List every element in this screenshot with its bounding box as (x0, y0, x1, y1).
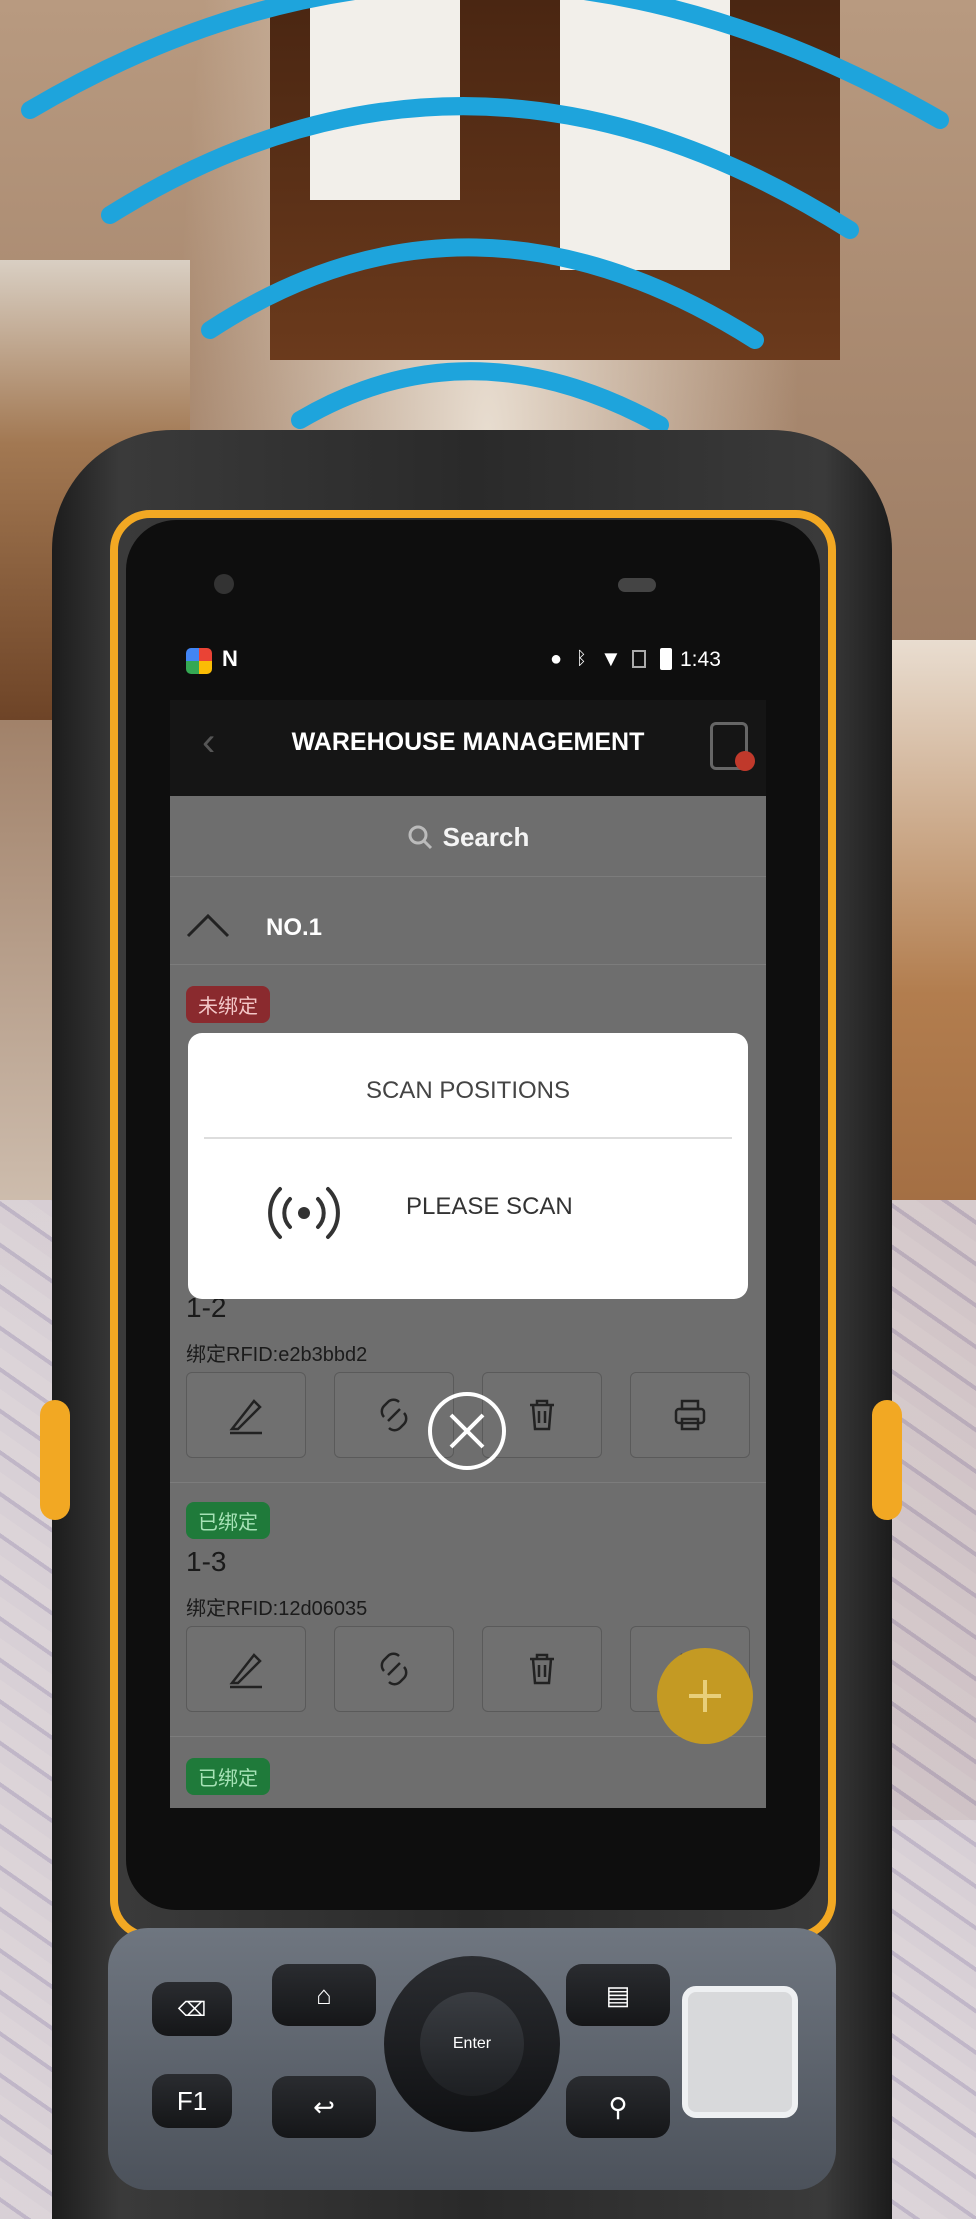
sim-icon (632, 650, 646, 668)
close-icon (449, 1413, 485, 1449)
n-icon: N (222, 646, 238, 671)
status-badge: 已绑定 (186, 1758, 270, 1795)
edit-button[interactable] (186, 1626, 306, 1712)
plus-icon (689, 1680, 721, 1712)
side-grip-left (40, 1400, 70, 1520)
item-rfid: 绑定RFID:e2b3bbd2 (186, 1344, 368, 1366)
delete-key-icon: ⌫ (177, 1998, 207, 2021)
menu-key[interactable]: ▤ (566, 1964, 670, 2026)
trash-icon (530, 1653, 554, 1685)
link-icon (380, 1652, 408, 1686)
link-icon (380, 1398, 408, 1432)
scanner-window (682, 1986, 798, 2118)
print-button[interactable] (630, 1372, 750, 1458)
earpiece (618, 578, 656, 592)
search-key[interactable]: ⚲ (566, 2076, 670, 2138)
status-time: 1:43 (680, 648, 721, 671)
rfid-signal-icon (268, 1187, 340, 1239)
device-alert-icon[interactable] (710, 722, 755, 771)
status-bar: N ● ᛒ ▼ 1:43 (170, 640, 766, 684)
item-code: 1-3 (186, 1546, 227, 1577)
home-key[interactable]: ⌂ (272, 1964, 376, 2026)
delete-key[interactable]: ⌫ (152, 1982, 232, 2036)
home-icon: ⌂ (316, 1979, 332, 2010)
f1-key[interactable]: F1 (152, 2074, 232, 2128)
group-header[interactable]: NO.1 (170, 896, 766, 960)
status-badge: 未绑定 (186, 986, 270, 1023)
search-icon (408, 825, 432, 850)
battery-icon (660, 648, 672, 670)
chevron-up-icon (186, 913, 230, 938)
edit-icon (229, 1399, 262, 1435)
menu-icon: ▤ (605, 1979, 631, 2010)
dialog-title: SCAN POSITIONS (365, 1077, 571, 1104)
enter-key[interactable]: Enter (420, 1992, 524, 2096)
print-icon (674, 1399, 706, 1431)
search-label: Search (442, 821, 530, 852)
page-title: WAREHOUSE MANAGEMENT (291, 728, 645, 756)
search-key-icon: ⚲ (608, 2091, 628, 2122)
front-camera (214, 574, 234, 594)
app-bar: ‹ WAREHOUSE MANAGEMENT (170, 700, 766, 796)
back-icon: ↩ (313, 2091, 335, 2122)
dialog-message: PLEASE SCAN (406, 1193, 573, 1220)
back-key[interactable]: ↩ (272, 2076, 376, 2138)
group-label: NO.1 (266, 914, 323, 941)
signal-waves-icon (21, 0, 949, 434)
side-grip-right (872, 1400, 902, 1520)
link-button[interactable] (334, 1626, 454, 1712)
trash-icon (530, 1399, 554, 1431)
add-fab-button[interactable] (657, 1648, 753, 1744)
edit-icon (229, 1653, 262, 1689)
bluetooth-icon: ᛒ (576, 648, 587, 668)
status-badge: 已绑定 (186, 1502, 270, 1539)
location-icon: ● (550, 648, 563, 670)
app-icon (186, 648, 212, 674)
search-bar[interactable]: Search (170, 806, 766, 868)
delete-button[interactable] (482, 1626, 602, 1712)
edit-button[interactable] (186, 1372, 306, 1458)
close-dialog-button[interactable] (428, 1392, 506, 1470)
scan-dialog: SCAN POSITIONS PLEASE SCAN (188, 1033, 748, 1299)
item-rfid: 绑定RFID:12d06035 (186, 1598, 368, 1620)
wifi-icon: ▼ (600, 646, 622, 671)
